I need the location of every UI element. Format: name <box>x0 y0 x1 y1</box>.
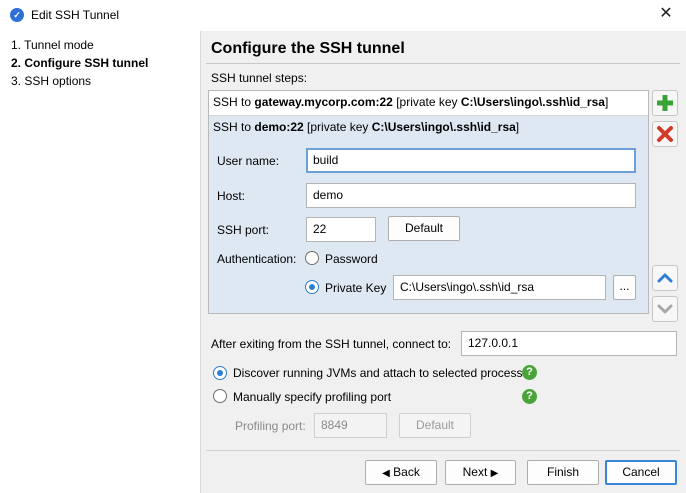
discover-jvms-radio[interactable] <box>213 366 227 380</box>
authentication-label: Authentication: <box>217 252 297 266</box>
password-radio[interactable] <box>305 251 319 265</box>
tunnel-key: C:\Users\ingo\.ssh\id_rsa <box>371 120 516 134</box>
help-icon[interactable]: ? <box>522 389 537 404</box>
private-key-path-field[interactable]: C:\Users\ingo\.ssh\id_rsa <box>393 275 606 300</box>
step-tunnel-mode[interactable]: 1. Tunnel mode <box>11 38 94 52</box>
arrow-right-icon: ▶ <box>490 468 499 479</box>
back-button-label: Back <box>393 465 420 479</box>
profiling-port-field[interactable]: 8849 <box>314 413 387 438</box>
next-button-label: Next <box>462 465 488 479</box>
connect-to-field[interactable]: 127.0.0.1 <box>461 331 677 356</box>
move-down-icon <box>657 304 673 314</box>
ssh-port-field[interactable]: 22 <box>306 217 376 242</box>
next-button[interactable]: Next ▶ <box>445 460 516 485</box>
profiling-port-default-button[interactable]: Default <box>399 413 471 438</box>
password-radio-label[interactable]: Password <box>325 252 378 266</box>
tunnel-host: gateway.mycorp.com:22 <box>254 95 393 109</box>
tunnel-prefix: SSH to <box>213 120 255 134</box>
private-key-radio[interactable] <box>305 280 319 294</box>
host-label: Host: <box>217 189 246 203</box>
app-icon: ✓ <box>10 8 24 22</box>
add-tunnel-button[interactable] <box>652 90 678 116</box>
step-configure-ssh-tunnel[interactable]: 2. Configure SSH tunnel <box>11 56 148 70</box>
discover-jvms-label[interactable]: Discover running JVMs and attach to sele… <box>233 366 522 380</box>
tunnel-row[interactable]: SSH to gateway.mycorp.com:22 [private ke… <box>209 91 648 116</box>
move-up-icon <box>657 273 673 283</box>
move-down-button[interactable] <box>652 296 678 322</box>
arrow-left-icon: ◀ <box>382 468 390 479</box>
button-bar-divider <box>206 450 680 451</box>
tunnel-key: C:\Users\ingo\.ssh\id_rsa <box>460 95 605 109</box>
tunnel-prefix: SSH to <box>213 95 255 109</box>
finish-button[interactable]: Finish <box>527 460 599 485</box>
host-field[interactable]: demo <box>306 183 636 208</box>
ssh-port-default-button[interactable]: Default <box>388 216 460 241</box>
window-title: Edit SSH Tunnel <box>31 8 120 22</box>
tunnel-host: demo:22 <box>254 120 304 134</box>
manual-port-label[interactable]: Manually specify profiling port <box>233 390 391 404</box>
wizard-steps <box>0 31 201 493</box>
close-icon[interactable]: ✕ <box>656 4 676 24</box>
help-icon[interactable]: ? <box>522 365 537 380</box>
step-ssh-options[interactable]: 3. SSH options <box>11 74 91 88</box>
tunnel-key-prefix: [private key <box>303 120 372 134</box>
add-icon <box>657 95 673 111</box>
tunnel-row-selected[interactable]: SSH to demo:22 [private key C:\Users\ing… <box>209 116 648 141</box>
tunnel-suffix: ] <box>604 95 609 109</box>
move-up-button[interactable] <box>652 265 678 291</box>
user-name-field[interactable]: build <box>306 148 636 173</box>
private-key-radio-label[interactable]: Private Key <box>325 281 386 295</box>
remove-icon <box>657 126 673 142</box>
browse-key-button[interactable]: ... <box>613 275 636 300</box>
ssh-port-label: SSH port: <box>217 223 270 237</box>
heading-divider <box>206 63 680 64</box>
user-name-label: User name: <box>217 154 280 168</box>
back-button[interactable]: ◀ Back <box>365 460 437 485</box>
page-title: Configure the SSH tunnel <box>211 40 405 57</box>
title-bar: ✓ Edit SSH Tunnel ✕ <box>0 0 686 31</box>
connect-to-label: After exiting from the SSH tunnel, conne… <box>211 337 452 351</box>
manual-port-radio[interactable] <box>213 389 227 403</box>
tunnel-steps-label: SSH tunnel steps: <box>211 71 308 85</box>
profiling-port-label: Profiling port: <box>235 419 306 433</box>
remove-tunnel-button[interactable] <box>652 121 678 147</box>
cancel-button[interactable]: Cancel <box>605 460 677 485</box>
tunnel-suffix: ] <box>515 120 520 134</box>
tunnel-key-prefix: [private key <box>392 95 461 109</box>
